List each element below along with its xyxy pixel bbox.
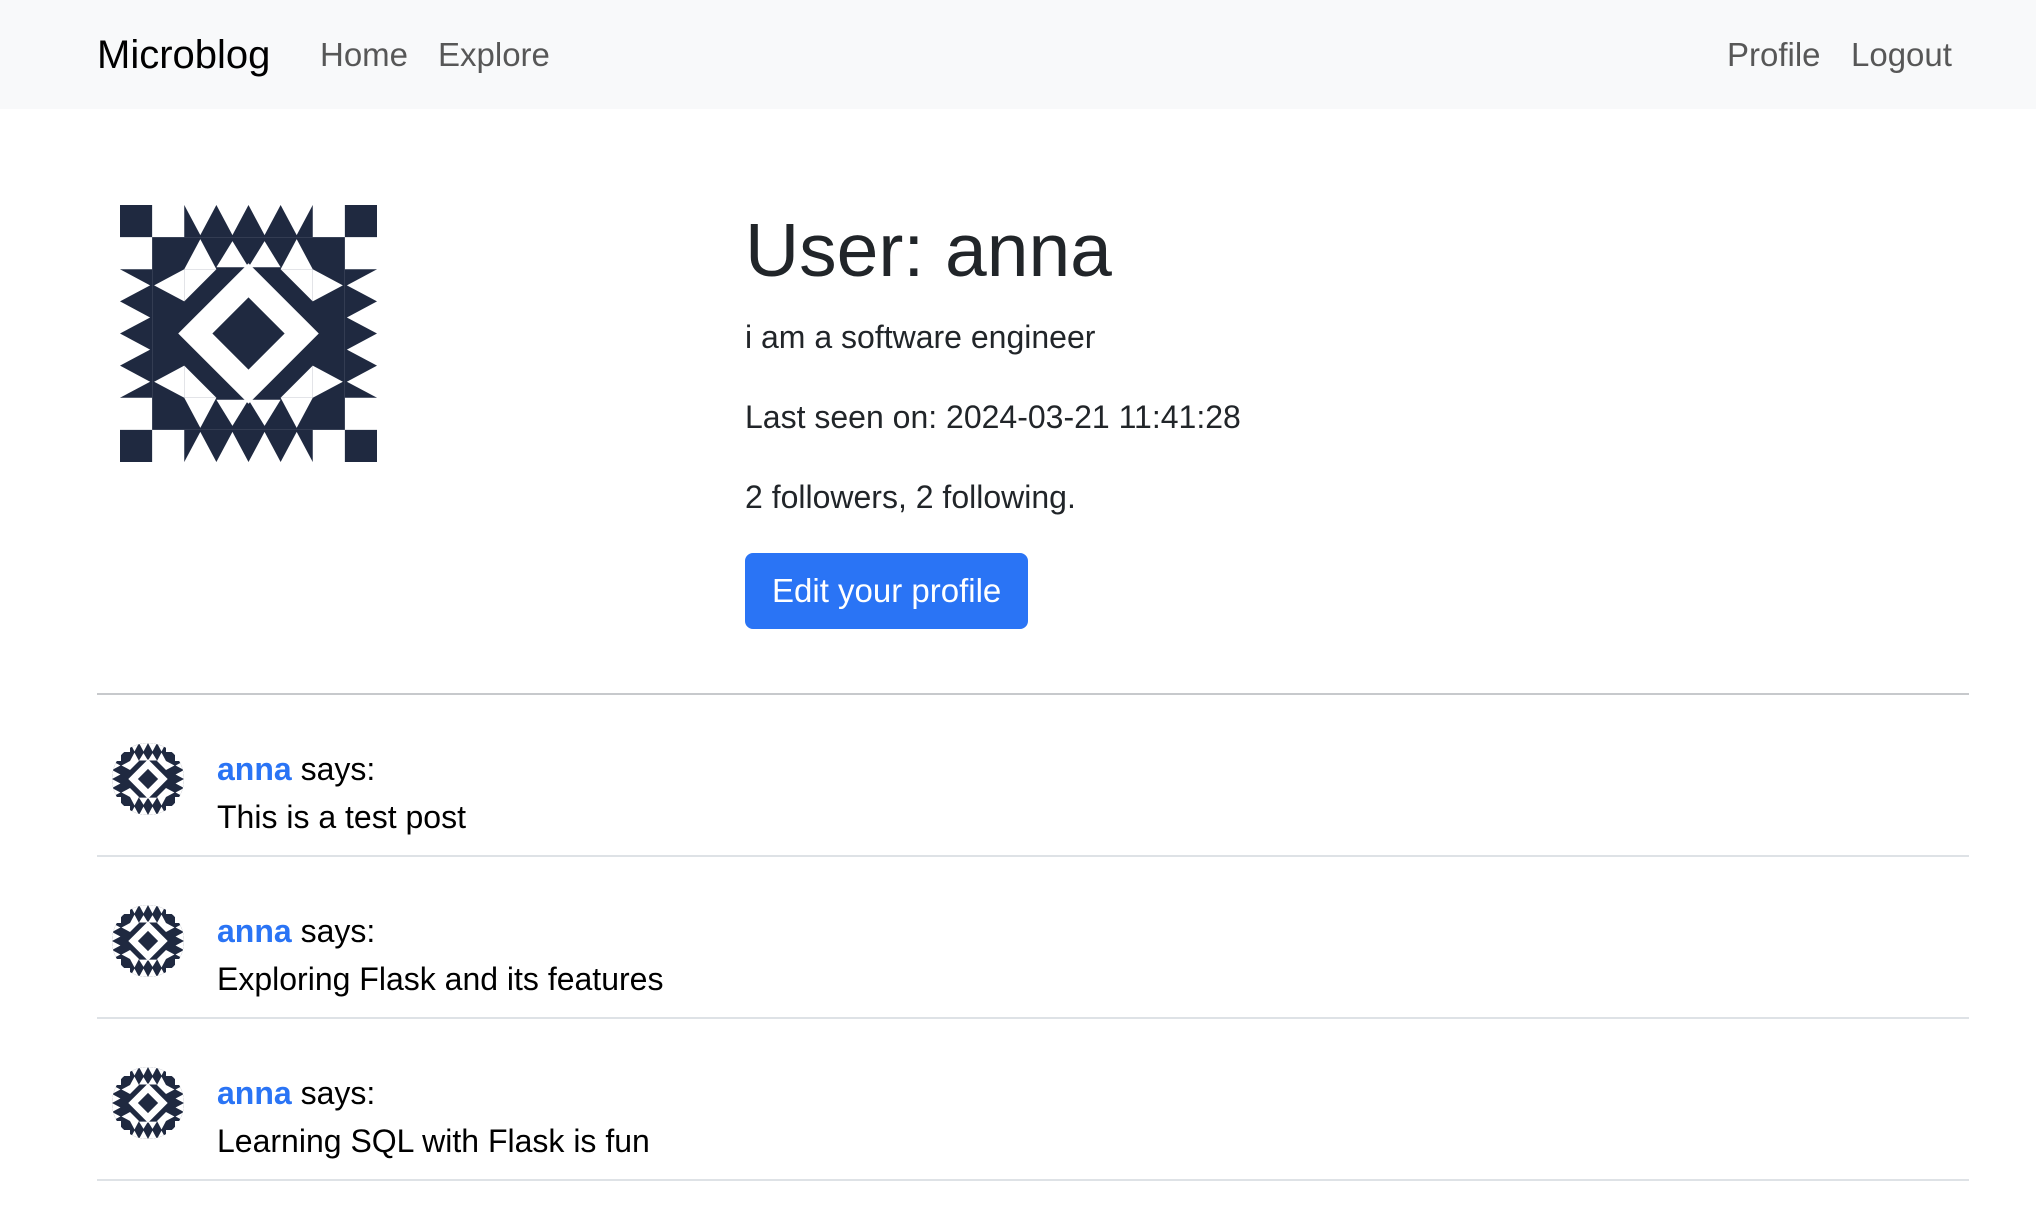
navbar: Microblog Home Explore Profile Logout xyxy=(0,0,2036,109)
last-seen-text: Last seen on: 2024-03-21 11:41:28 xyxy=(745,399,1241,435)
post-author-link[interactable]: anna xyxy=(217,913,292,949)
post-says-label: says: xyxy=(291,913,376,949)
post-item: anna says: Exploring Flask and its featu… xyxy=(97,857,1969,1019)
post-content: anna says: This is a test post xyxy=(217,745,466,841)
identicon-avatar-icon xyxy=(112,1067,184,1139)
page-title: User: anna xyxy=(745,208,1112,292)
post-avatar[interactable] xyxy=(112,1067,184,1139)
identicon-avatar-icon xyxy=(112,743,184,815)
post-says-label: says: xyxy=(291,1075,376,1111)
profile-info: User: anna i am a software engineer Last… xyxy=(745,205,1945,629)
post-avatar[interactable] xyxy=(112,743,184,815)
post-avatar[interactable] xyxy=(112,905,184,977)
nav-profile-link[interactable]: Profile xyxy=(1727,34,1821,76)
post-body: This is a test post xyxy=(217,799,466,835)
profile-avatar xyxy=(120,205,377,462)
post-body: Learning SQL with Flask is fun xyxy=(217,1123,650,1159)
edit-profile-button[interactable]: Edit your profile xyxy=(745,553,1029,629)
profile-about: i am a software engineer xyxy=(745,319,1096,355)
post-content: anna says: Learning SQL with Flask is fu… xyxy=(217,1069,650,1165)
identicon-avatar-icon xyxy=(112,905,184,977)
nav-explore-link[interactable]: Explore xyxy=(438,34,550,76)
nav-home-link[interactable]: Home xyxy=(320,34,408,76)
brand-link[interactable]: Microblog xyxy=(97,30,270,80)
post-body: Exploring Flask and its features xyxy=(217,961,664,997)
nav-logout-link[interactable]: Logout xyxy=(1851,34,1952,76)
post-says-label: says: xyxy=(291,751,376,787)
post-author-link[interactable]: anna xyxy=(217,751,292,787)
post-item: anna says: Learning SQL with Flask is fu… xyxy=(97,1019,1969,1181)
identicon-avatar-icon xyxy=(120,205,377,462)
follow-counts: 2 followers, 2 following. xyxy=(745,479,1076,515)
post-item: anna says: This is a test post xyxy=(97,695,1969,857)
post-author-link[interactable]: anna xyxy=(217,1075,292,1111)
post-content: anna says: Exploring Flask and its featu… xyxy=(217,907,663,1003)
